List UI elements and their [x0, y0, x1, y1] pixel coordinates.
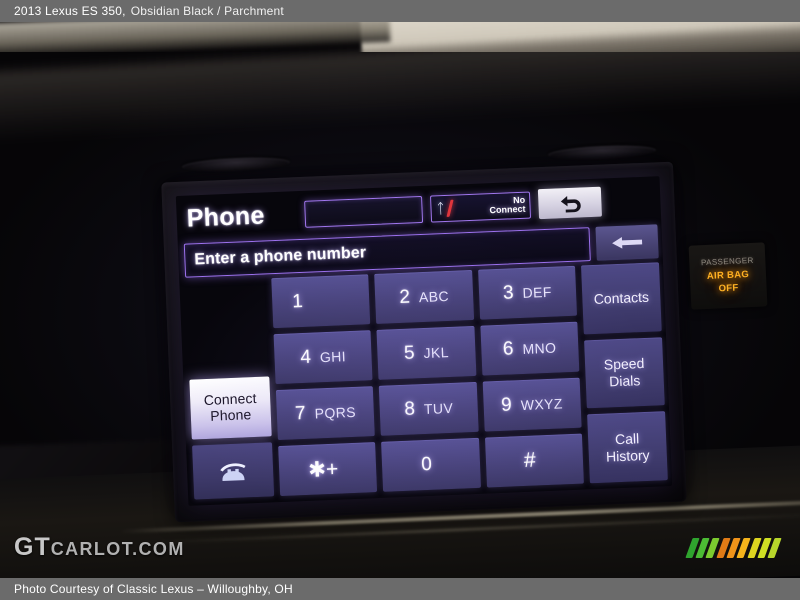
- head-unit: Phone ᛏ No Connect Enter a phone number …: [161, 161, 687, 523]
- dial-keypad: 1 2 ABC 3 DEF 4 GHI 5 JKL 6 MNO 7 PQRS 8…: [271, 265, 584, 497]
- keypad-key-star[interactable]: ✱+: [278, 442, 378, 497]
- keypad-key-1[interactable]: 1: [271, 274, 371, 329]
- backspace-button[interactable]: [595, 224, 659, 261]
- watermark-color-bars: [685, 538, 782, 558]
- bar-group-green: [685, 538, 720, 558]
- key-digit: 5: [403, 342, 415, 364]
- key-digit: 7: [294, 402, 307, 425]
- photo-area: Phone ᛏ No Connect Enter a phone number …: [0, 22, 800, 578]
- keypad-key-pound[interactable]: #: [484, 433, 584, 488]
- keypad-key-7[interactable]: 7 PQRS: [275, 386, 376, 441]
- status-field[interactable]: [303, 195, 424, 228]
- bar-group-yellow: [747, 538, 782, 558]
- speed-dials-button[interactable]: Speed Dials: [584, 336, 665, 409]
- key-letters: DEF: [522, 283, 553, 301]
- passenger-airbag-indicator: PASSENGER AIR BAG OFF: [688, 242, 768, 310]
- backspace-arrow-icon: [612, 236, 643, 249]
- contacts-button[interactable]: Contacts: [580, 262, 662, 335]
- key-letters: JKL: [423, 343, 450, 362]
- key-digit: 9: [500, 394, 513, 416]
- back-button[interactable]: [537, 186, 602, 220]
- photo-credit: Photo Courtesy of Classic Lexus – Willou…: [14, 582, 293, 596]
- bar-group-orange: [716, 538, 751, 558]
- keypad-key-5[interactable]: 5 JKL: [376, 325, 477, 380]
- left-button-column: Connect Phone: [185, 278, 275, 500]
- phone-handset-icon: [220, 463, 246, 481]
- key-digit: 2: [398, 286, 411, 308]
- key-letters: GHI: [319, 348, 347, 366]
- call-history-button[interactable]: Call History: [587, 411, 668, 484]
- right-button-column: Contacts Speed Dials Call History: [580, 262, 668, 484]
- keypad-key-4[interactable]: 4 GHI: [273, 330, 373, 385]
- contacts-label: Contacts: [593, 288, 650, 308]
- watermark-carlot: CARLOT.COM: [50, 539, 185, 559]
- phone-number-placeholder: Enter a phone number: [194, 244, 367, 269]
- disconnected-slash-icon: [446, 199, 454, 217]
- key-digit: 3: [502, 282, 515, 304]
- back-arrow-icon: [561, 195, 582, 212]
- bottom-caption-bar: Photo Courtesy of Classic Lexus – Willou…: [0, 578, 800, 600]
- key-digit: 8: [403, 398, 416, 420]
- airbag-line2: AIR BAG: [706, 268, 750, 282]
- connect-phone-line2: Phone: [210, 406, 252, 424]
- speed-dials-line2: Dials: [608, 372, 641, 390]
- airbag-passenger-label: PASSENGER: [700, 255, 754, 267]
- call-button[interactable]: [192, 442, 275, 500]
- keypad-key-6[interactable]: 6 MNO: [480, 321, 580, 376]
- keypad-key-2[interactable]: 2 ABC: [374, 269, 474, 324]
- key-letters: ABC: [418, 287, 450, 306]
- infotainment-screen: Phone ᛏ No Connect Enter a phone number …: [175, 176, 673, 506]
- key-digit: 4: [299, 346, 312, 369]
- keypad-key-0[interactable]: 0: [381, 437, 481, 492]
- airbag-line3: OFF: [718, 282, 739, 294]
- bluetooth-icon: ᛏ: [436, 200, 446, 217]
- keypad-key-9[interactable]: 9 WXYZ: [482, 377, 582, 432]
- screen-body: Connect Phone 1 2 ABC 3 DEF 4 GHI 5 JKL …: [185, 262, 668, 500]
- key-digit: 1: [291, 290, 304, 313]
- keypad-key-8[interactable]: 8 TUV: [379, 381, 479, 436]
- airbag-status-label: AIR BAG OFF: [707, 269, 750, 297]
- call-history-line2: History: [605, 446, 650, 465]
- key-digit: 6: [502, 338, 514, 360]
- key-digit: ✱+: [307, 457, 339, 482]
- watermark-gt: GT: [14, 533, 51, 561]
- bluetooth-status-label: No Connect: [489, 194, 526, 216]
- key-letters: PQRS: [314, 403, 357, 422]
- vehicle-title: 2013 Lexus ES 350,: [14, 4, 126, 18]
- connect-phone-button[interactable]: Connect Phone: [189, 376, 272, 440]
- site-watermark: GT CARLOT.COM: [14, 533, 185, 562]
- call-history-line1: Call: [614, 430, 640, 448]
- bluetooth-status-badge[interactable]: ᛏ No Connect: [429, 191, 531, 223]
- speed-dials-line1: Speed: [603, 355, 645, 374]
- page-title: Phone: [186, 200, 266, 233]
- key-letters: TUV: [423, 399, 454, 418]
- key-digit: 0: [420, 453, 433, 476]
- keypad-key-3[interactable]: 3 DEF: [477, 265, 578, 320]
- bt-line2: Connect: [489, 203, 526, 216]
- key-letters: WXYZ: [520, 395, 564, 414]
- key-digit: #: [523, 448, 537, 472]
- vehicle-colors: Obsidian Black / Parchment: [130, 4, 284, 18]
- top-caption-bar: 2013 Lexus ES 350, Obsidian Black / Parc…: [0, 0, 800, 22]
- key-letters: MNO: [522, 339, 557, 357]
